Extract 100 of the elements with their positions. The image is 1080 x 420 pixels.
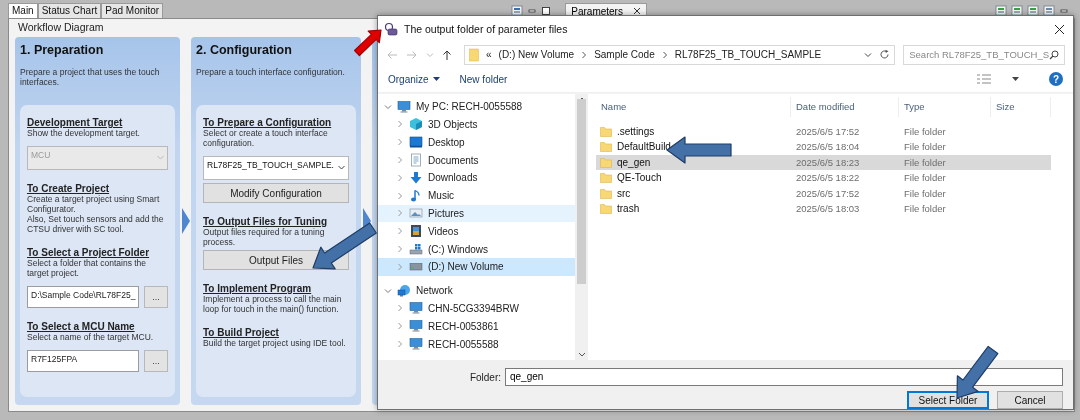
collapsed-chevron-icon[interactable]: [396, 304, 404, 313]
file-date: 2025/6/5 17:52: [795, 187, 861, 199]
column-header[interactable]: Size: [991, 96, 1051, 117]
nav-item[interactable]: Pictures: [378, 204, 575, 223]
nav-item[interactable]: Documents: [378, 151, 575, 169]
collapsed-chevron-icon[interactable]: [396, 340, 404, 349]
file-type: File folder: [903, 156, 947, 168]
action-button[interactable]: Modify Configuration: [203, 183, 349, 203]
file-row[interactable]: src 2025/6/5 17:52 File folder: [596, 185, 1051, 201]
path-overflow[interactable]: «: [486, 49, 492, 61]
toolbar-button[interactable]: Organize: [388, 73, 440, 85]
collapsed-chevron-icon[interactable]: [396, 209, 404, 218]
collapsed-chevron-icon[interactable]: [396, 262, 404, 271]
nav-item[interactable]: RECH-0053861: [378, 317, 575, 336]
collapsed-chevron-icon[interactable]: [396, 120, 404, 129]
file-row[interactable]: QE-Touch 2025/6/5 18:22 File folder: [596, 169, 1051, 186]
section-heading[interactable]: To Select a Project Folder: [27, 247, 168, 258]
section-heading[interactable]: To Prepare a Configuration: [203, 117, 349, 128]
toolbar-icon[interactable]: [995, 5, 1007, 16]
file-date: 2025/6/5 18:22: [795, 172, 861, 184]
column-header[interactable]: Name: [596, 96, 791, 117]
section-heading[interactable]: To Output Files for Tuning: [203, 216, 349, 227]
file-type: File folder: [903, 125, 947, 137]
collapsed-chevron-icon[interactable]: [396, 138, 404, 147]
close-icon[interactable]: [1054, 23, 1065, 35]
toolbar-icon[interactable]: [1027, 5, 1039, 16]
toolbar-icon[interactable]: [1011, 5, 1023, 16]
nav-item[interactable]: 3D Objects: [378, 115, 575, 134]
section-heading[interactable]: To Implement Program: [203, 283, 349, 294]
nav-item[interactable]: Desktop: [378, 133, 575, 152]
collapsed-chevron-icon[interactable]: [396, 191, 404, 200]
nav-item[interactable]: Music: [378, 186, 575, 205]
breadcrumb[interactable]: (D:) New Volume: [498, 49, 575, 61]
address-bar[interactable]: « (D:) New Volume Sample Code RL78F25_TB_TOUCH_SAMPLE: [464, 44, 896, 65]
section-heading[interactable]: Development Target: [27, 117, 168, 128]
collapsed-chevron-icon[interactable]: [396, 173, 404, 182]
file-type: File folder: [903, 187, 947, 199]
up-arrow-icon[interactable]: [442, 48, 452, 61]
toolbar-icon[interactable]: [1043, 5, 1055, 16]
breadcrumb[interactable]: Sample Code: [594, 49, 655, 61]
nav-label: Network: [416, 285, 453, 297]
nav-item[interactable]: Videos: [378, 222, 575, 241]
column-header[interactable]: Date modified: [791, 96, 899, 117]
browse-button[interactable]: ...: [144, 350, 168, 372]
tab[interactable]: Main: [8, 3, 38, 18]
toolbar-icon[interactable]: [511, 5, 524, 16]
browse-button[interactable]: ...: [144, 286, 168, 308]
maximize-icon[interactable]: [541, 5, 552, 16]
collapsed-chevron-icon[interactable]: [396, 156, 404, 165]
view-icon[interactable]: [976, 74, 992, 85]
nav-item[interactable]: Downloads: [378, 168, 575, 187]
chevron-down-icon[interactable]: [864, 50, 873, 59]
section-heading[interactable]: To Create Project: [27, 183, 168, 194]
file-row[interactable]: qe_gen 2025/6/5 18:23 File folder: [596, 154, 1051, 170]
breadcrumb[interactable]: RL78F25_TB_TOUCH_SAMPLE: [674, 49, 822, 61]
nav-item[interactable]: (C:) Windows: [378, 240, 575, 258]
close-icon[interactable]: [632, 7, 641, 15]
forward-arrow-icon[interactable]: [406, 49, 418, 60]
collapsed-chevron-icon[interactable]: [396, 245, 404, 254]
toolbar-button[interactable]: New folder: [459, 73, 508, 85]
file-row[interactable]: DefaultBuild 2025/6/5 18:04 File folder: [596, 139, 1051, 155]
file-date: 2025/6/5 18:04: [795, 141, 861, 153]
file-row[interactable]: trash 2025/6/5 18:03 File folder: [596, 200, 1051, 217]
caret-icon[interactable]: [1012, 76, 1019, 82]
tab[interactable]: Status Chart: [37, 3, 102, 18]
tab[interactable]: Pad Monitor: [101, 3, 164, 18]
help-button[interactable]: ?: [1049, 72, 1063, 87]
step-description: Prepare a touch interface configuration.: [196, 67, 346, 79]
dialog-button[interactable]: Cancel: [997, 391, 1063, 409]
step-description: Prepare a project that uses the touch interfaces.: [20, 67, 161, 89]
nav-label: Music: [428, 190, 455, 202]
collapsed-chevron-icon[interactable]: [396, 322, 404, 331]
section-heading[interactable]: To Build Project: [203, 327, 349, 338]
scrollbar[interactable]: [575, 93, 588, 360]
column-header[interactable]: Type: [899, 96, 991, 117]
window-title: The output folder of parameter files: [404, 23, 569, 36]
section-heading[interactable]: To Select a MCU Name: [27, 321, 168, 332]
back-arrow-icon[interactable]: [386, 49, 398, 60]
search-field[interactable]: Search RL78F25_TB_TOUCH_S: [903, 44, 1065, 65]
folder-field[interactable]: qe_gen: [505, 368, 1063, 386]
nav-item[interactable]: RECH-0055588: [378, 335, 575, 353]
nav-item[interactable]: CHN-5CG3394BRW: [378, 299, 575, 318]
scrollbar-thumb[interactable]: [577, 99, 586, 285]
nav-item[interactable]: My PC: RECH-0055588: [378, 97, 575, 116]
file-row[interactable]: .settings 2025/6/5 17:52 File folder: [596, 123, 1051, 140]
dropdown[interactable]: RL78F25_TB_TOUCH_SAMPLE.: [203, 156, 349, 180]
input-field[interactable]: R7F125FPA: [27, 350, 139, 372]
section-description: Implement a process to call the main loop for touch in the main() function.: [203, 294, 343, 314]
chevron-right-icon: [581, 50, 588, 59]
section-description: Also, Set touch sensors and add the CTSU driver with SC tool.: [27, 214, 165, 234]
dialog-button[interactable]: Select Folder: [907, 391, 989, 409]
refresh-icon[interactable]: [879, 49, 891, 61]
expanded-chevron-icon[interactable]: [384, 102, 392, 111]
collapsed-chevron-icon[interactable]: [396, 227, 404, 236]
nav-item[interactable]: (D:) New Volume: [378, 257, 575, 276]
nav-item[interactable]: Network: [378, 281, 575, 300]
chevron-down-icon[interactable]: [426, 50, 434, 59]
folder-icon: [600, 202, 612, 214]
expanded-chevron-icon[interactable]: [384, 286, 392, 295]
input-field[interactable]: D:\Sample Code\RL78F25_: [27, 286, 139, 308]
